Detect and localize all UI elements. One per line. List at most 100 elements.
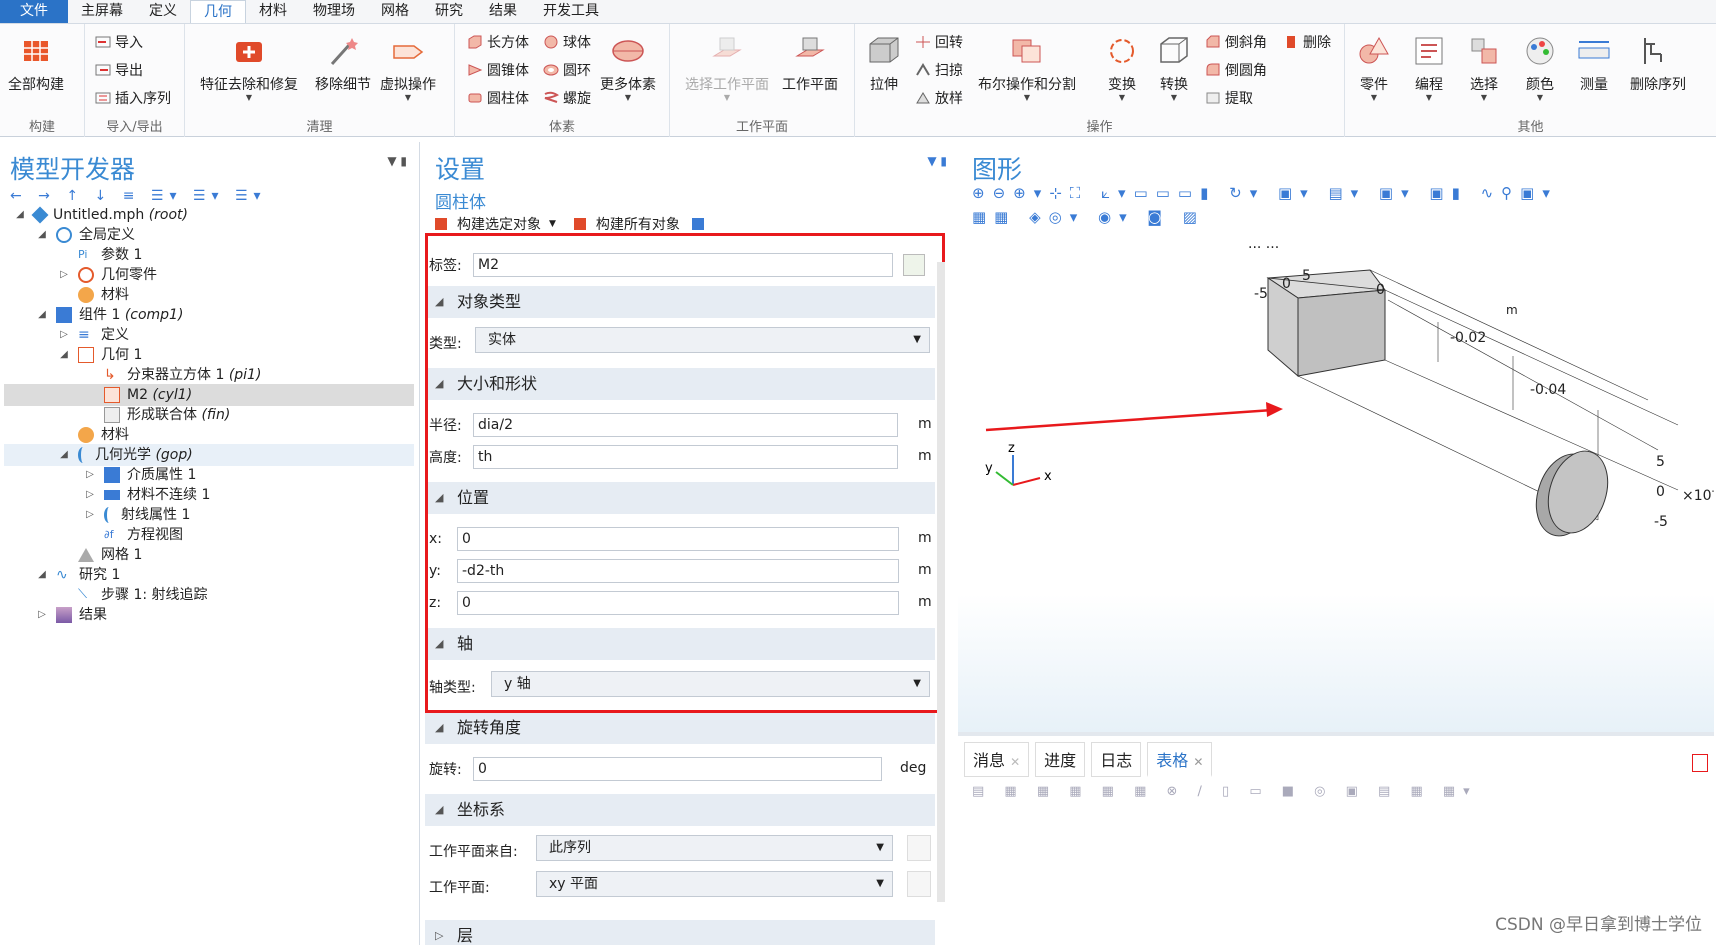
graphics-bottom-splitter[interactable] <box>958 732 1714 736</box>
radius-input[interactable]: dia/2 <box>473 413 898 437</box>
menu-results[interactable]: 结果 <box>476 0 530 23</box>
menu-developer[interactable]: 开发工具 <box>530 0 612 23</box>
menu-study[interactable]: 研究 <box>422 0 476 23</box>
settings-scrollbar[interactable] <box>937 262 945 902</box>
extract-button[interactable]: 提取 <box>1205 88 1253 108</box>
section-position[interactable]: ◢ 位置 <box>425 482 935 514</box>
programming-button[interactable]: 编程 ▼ <box>1412 34 1446 102</box>
close-icon[interactable]: ✕ <box>1193 755 1203 769</box>
chamfer-button[interactable]: 倒斜角 <box>1205 32 1267 52</box>
tree-node-geometrical-optics[interactable]: ◢ 几何光学 (gop) <box>58 444 193 466</box>
tree-node-beam-splitter[interactable]: ↳ 分束器立方体 1 (pi1) <box>104 364 261 386</box>
transform-button[interactable]: 变换 ▼ <box>1105 34 1139 102</box>
build-all-objects-button[interactable]: 构建所有对象 <box>596 214 680 234</box>
tree-node-materials-global[interactable]: 材料 <box>78 284 129 306</box>
tree-node-m2[interactable]: M2 (cyl1) <box>104 384 192 406</box>
more-primitives-button[interactable]: 更多体素 ▼ <box>600 34 656 102</box>
fillet-button[interactable]: 倒圆角 <box>1205 60 1267 80</box>
section-object-type[interactable]: ◢ 对象类型 <box>425 286 935 318</box>
delete-sequence-button[interactable]: 删除序列 <box>1630 34 1686 94</box>
tree-node-equation-view[interactable]: ∂f 方程视图 <box>104 524 183 546</box>
wp-from-go-icon[interactable] <box>907 835 931 861</box>
colors-button[interactable]: 颜色 ▼ <box>1523 34 1557 102</box>
selections-button[interactable]: 选择 ▼ <box>1467 34 1501 102</box>
export-table-icon[interactable] <box>1692 754 1708 772</box>
type-select[interactable]: 实体 ▼ <box>475 327 930 353</box>
section-size-shape[interactable]: ◢ 大小和形状 <box>425 368 935 400</box>
remove-details-button[interactable]: 移除细节 <box>315 34 371 94</box>
tree-node-step-ray-tracing[interactable]: ⟍ 步骤 1: 射线追踪 <box>78 584 208 606</box>
section-axis[interactable]: ◢ 轴 <box>425 628 935 660</box>
tree-node-mesh[interactable]: 网格 1 <box>78 544 142 566</box>
defeature-button[interactable]: 特征去除和修复 ▼ <box>200 34 298 102</box>
sweep-button[interactable]: 扫掠 <box>915 60 963 80</box>
graphics-toolbar-row2[interactable]: ▦▦ ◈◎▾ ◉▾ ◙ ▨ <box>972 208 1205 226</box>
select-work-plane-button[interactable]: 选择工作平面 ▼ <box>685 34 769 102</box>
virtual-operations-button[interactable]: 虚拟操作 ▼ <box>380 34 436 102</box>
loft-button[interactable]: 放样 <box>915 88 963 108</box>
menu-definitions[interactable]: 定义 <box>136 0 190 23</box>
rotation-input[interactable]: 0 <box>473 757 882 781</box>
build-all-button[interactable]: 全部构建 <box>8 34 64 94</box>
revolve-button[interactable]: 回转 <box>915 32 963 52</box>
z-input[interactable]: 0 <box>457 591 899 615</box>
block-button[interactable]: 长方体 <box>467 32 529 52</box>
graphics-toolbar-row1[interactable]: ⊕⊖⊕▾⊹⛶ ⟀▾▭▭▭▮ ↻▾ ▣▾ ▤▾ ▣▾ ▣▮ ∿⚲▣▾ <box>972 184 1558 202</box>
cone-button[interactable]: 圆锥体 <box>467 60 529 80</box>
tree-node-materials[interactable]: 材料 <box>78 424 129 446</box>
menu-file[interactable]: 文件 <box>0 0 68 23</box>
tree-node-global-definitions[interactable]: ◢ 全局定义 <box>36 224 135 246</box>
export-button[interactable]: 导出 <box>95 60 143 80</box>
tree-node-definitions[interactable]: ▷ ≡ 定义 <box>58 324 129 346</box>
tree-node-component[interactable]: ◢ 组件 1 (comp1) <box>36 304 183 326</box>
sphere-button[interactable]: 球体 <box>543 32 591 52</box>
menu-home[interactable]: 主屏幕 <box>68 0 136 23</box>
tree-node-ray-properties[interactable]: ▷ 射线属性 1 <box>84 504 190 526</box>
tab-table[interactable]: 表格 ✕ <box>1147 742 1213 777</box>
tree-node-form-union[interactable]: 形成联合体 (fin) <box>104 404 230 426</box>
tree-node-geometry[interactable]: ◢ 几何 1 <box>58 344 142 366</box>
build-selected-dropdown-icon[interactable]: ▼ <box>549 219 556 229</box>
wp-from-select[interactable]: 此序列 ▼ <box>536 835 893 861</box>
menu-geometry[interactable]: 几何 <box>190 0 246 23</box>
tab-messages[interactable]: 消息 ✕ <box>964 742 1030 777</box>
tree-toolbar[interactable]: ← → ↑ ↓ ≡ ☰▾ ☰▾ ☰▾ <box>10 188 267 204</box>
section-rotation[interactable]: ◢ 旋转角度 <box>425 712 935 744</box>
delete-button[interactable]: 删除 <box>1283 32 1331 52</box>
y-input[interactable]: -d2-th <box>457 559 899 583</box>
label-edit-icon[interactable] <box>903 254 925 276</box>
tab-progress[interactable]: 进度 <box>1035 742 1086 777</box>
tree-node-root[interactable]: ◢ Untitled.mph (root) <box>14 204 188 226</box>
build-selected-button[interactable]: 构建选定对象 <box>457 214 541 234</box>
tree-node-medium-properties[interactable]: ▷ 介质属性 1 <box>84 464 196 486</box>
settings-pin-icon[interactable]: ▼ ▮ <box>927 154 947 168</box>
helix-button[interactable]: 螺旋 <box>543 88 591 108</box>
axis-type-select[interactable]: y 轴 ▼ <box>491 671 930 697</box>
extrude-button[interactable]: 拉伸 <box>867 34 901 94</box>
measure-button[interactable]: 测量 <box>1577 34 1611 94</box>
height-input[interactable]: th <box>473 445 898 469</box>
panel-pin-icon[interactable]: ▼ ▮ <box>387 154 407 168</box>
tab-log[interactable]: 日志 <box>1091 742 1142 777</box>
insert-sequence-button[interactable]: 插入序列 <box>95 88 171 108</box>
work-plane-button[interactable]: 工作平面 <box>782 34 838 94</box>
tree-node-study[interactable]: ◢ ∿ 研究 1 <box>36 564 120 586</box>
menu-physics[interactable]: 物理场 <box>300 0 368 23</box>
wp-select[interactable]: xy 平面 ▼ <box>536 871 893 897</box>
menu-mesh[interactable]: 网格 <box>368 0 422 23</box>
x-input[interactable]: 0 <box>457 527 899 551</box>
tree-node-geometry-parts[interactable]: ▷ 几何零件 <box>58 264 157 286</box>
table-toolbar[interactable]: ▤ ▦ ▦ ▦ ▦ ▦ ⊗ ∕ ▯ ▭ ■ ◎ ▣ ▤ ▦ ▦▾ <box>972 784 1478 799</box>
tree-node-results[interactable]: ▷ 结果 <box>36 604 107 626</box>
tree-node-parameters[interactable]: Pi 参数 1 <box>78 244 142 266</box>
section-layers[interactable]: ▷ 层 <box>425 920 935 945</box>
convert-button[interactable]: 转换 ▼ <box>1157 34 1191 102</box>
parts-button[interactable]: 零件 ▼ <box>1357 34 1391 102</box>
close-icon[interactable]: ✕ <box>1010 755 1020 769</box>
boolean-partition-button[interactable]: 布尔操作和分割 ▼ <box>978 34 1076 102</box>
cylinder-button[interactable]: 圆柱体 <box>467 88 529 108</box>
wp-go-icon[interactable] <box>907 871 931 897</box>
section-coordinate-system[interactable]: ◢ 坐标系 <box>425 794 935 826</box>
torus-button[interactable]: 圆环 <box>543 60 591 80</box>
label-input[interactable]: M2 <box>473 253 893 277</box>
